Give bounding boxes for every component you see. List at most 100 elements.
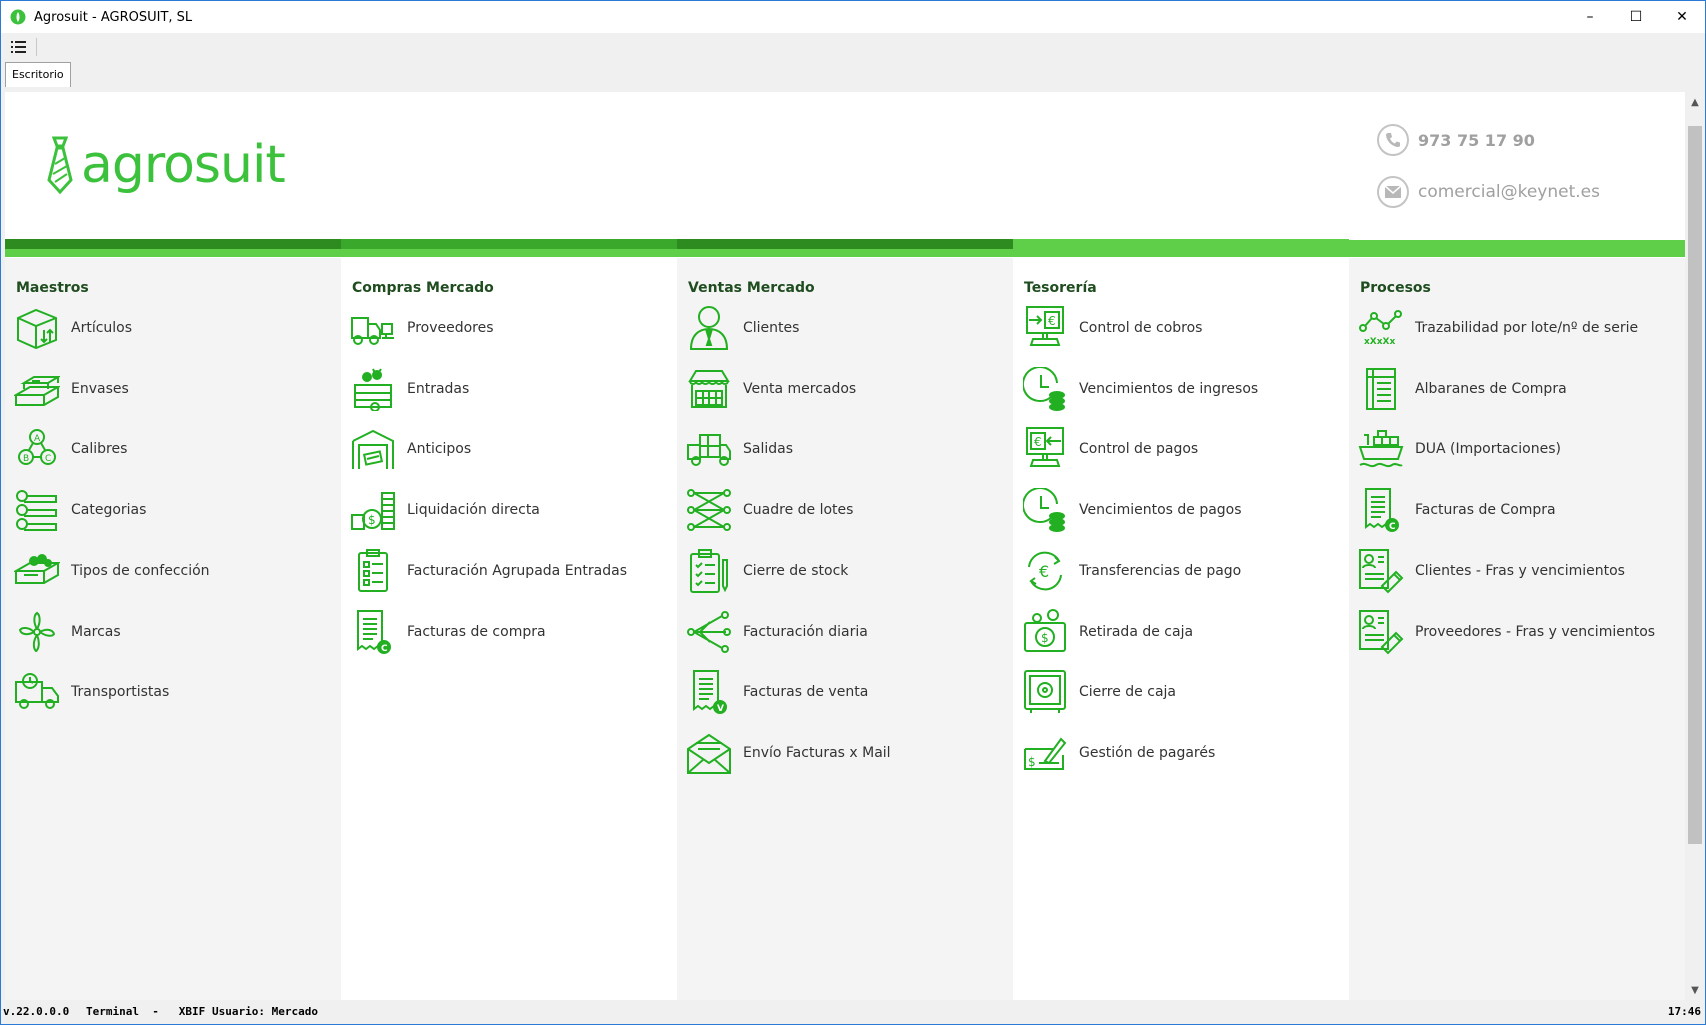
panel-title: Ventas Mercado	[688, 280, 815, 296]
menu-item-trazabilidad[interactable]: xXxXx Trazabilidad por lote/nº de serie	[1357, 303, 1638, 353]
mail-envelope-icon	[685, 729, 733, 777]
item-label: Control de cobros	[1079, 320, 1203, 336]
payments-monitor-icon: €	[1021, 425, 1069, 473]
panel-title: Tesorería	[1024, 280, 1097, 296]
cash-withdraw-icon: $	[1021, 608, 1069, 656]
item-label: Albaranes de Compra	[1415, 381, 1567, 397]
item-label: Cierre de caja	[1079, 684, 1176, 700]
menu-item-facturas-compra[interactable]: C Facturas de compra	[349, 607, 546, 657]
maximize-button[interactable]: ☐	[1613, 1, 1659, 33]
menu-item-proveedores[interactable]: Proveedores	[349, 303, 494, 353]
menu-item-clientes-fras[interactable]: Clientes - Fras y vencimientos	[1357, 546, 1625, 596]
item-label: Facturas de venta	[743, 684, 869, 700]
item-label: Clientes	[743, 320, 800, 336]
panel-tesoreria: Tesorería € Control de cobros Vencimient…	[1013, 258, 1349, 1000]
item-label: Anticipos	[407, 441, 472, 457]
divider-segment-tesoreria	[1013, 239, 1349, 249]
menu-item-calibres[interactable]: AB C Calibres	[13, 424, 127, 474]
menu-item-cierre-caja[interactable]: Cierre de caja	[1021, 667, 1176, 717]
tab-escritorio[interactable]: Escritorio	[5, 62, 71, 87]
panel-procesos: Procesos xXxXx Trazabilidad por lote/nº …	[1349, 258, 1685, 1000]
menu-item-vencimientos-pagos[interactable]: Vencimientos de pagos	[1021, 485, 1242, 535]
menu-item-gestion-pagares[interactable]: $ Gestión de pagarés	[1021, 728, 1215, 778]
menu-item-envases[interactable]: Envases	[13, 364, 129, 414]
item-label: Cierre de stock	[743, 563, 849, 579]
menu-item-albaranes-compra[interactable]: Albaranes de Compra	[1357, 364, 1567, 414]
menu-item-facturas-venta[interactable]: V Facturas de venta	[685, 667, 868, 717]
menu-item-salidas[interactable]: Salidas	[685, 424, 793, 474]
item-label: Gestión de pagarés	[1079, 745, 1216, 761]
svg-text:xXxXx: xXxXx	[1364, 337, 1395, 347]
phone-number[interactable]: 973 75 17 90	[1418, 131, 1535, 150]
menu-item-articulos[interactable]: Artículos	[13, 303, 132, 353]
menu-item-marcas[interactable]: Marcas	[13, 607, 121, 657]
menu-item-liquidacion-directa[interactable]: $ Liquidación directa	[349, 485, 540, 535]
tie-logo-icon	[47, 136, 73, 195]
item-label: Retirada de caja	[1079, 624, 1194, 640]
item-label: Facturación diaria	[743, 624, 868, 640]
item-label: Entradas	[407, 381, 470, 397]
panel-title: Maestros	[16, 280, 89, 296]
warehouse-money-icon	[349, 425, 397, 473]
menu-item-cuadre-lotes[interactable]: Cuadre de lotes	[685, 485, 853, 535]
menu-item-control-cobros[interactable]: € Control de cobros	[1021, 303, 1202, 353]
scroll-down-arrow-icon[interactable]: ▼	[1685, 980, 1705, 1000]
status-terminal: Terminal - XBIF	[86, 1005, 206, 1018]
agrosuit-logo: agrosuit	[45, 134, 286, 196]
item-label: Categorias	[71, 502, 147, 518]
module-panels: Maestros Artículos Envases ABC Calibres …	[5, 258, 1685, 1000]
menu-item-tipos-confeccion[interactable]: Tipos de confección	[13, 546, 210, 596]
menu-item-dua[interactable]: DUA (Importaciones)	[1357, 424, 1561, 474]
item-label: DUA (Importaciones)	[1415, 441, 1561, 457]
logo-text: agrosuit	[81, 135, 286, 195]
svg-text:$: $	[1028, 755, 1036, 769]
menu-item-venta-mercados[interactable]: Venta mercados	[685, 364, 856, 414]
svg-text:C: C	[45, 454, 51, 464]
menu-item-retirada-caja[interactable]: $ Retirada de caja	[1021, 607, 1193, 657]
app-logo-icon	[10, 9, 26, 25]
sales-invoice-icon: V	[685, 668, 733, 716]
box-icon	[13, 304, 61, 352]
menu-item-clientes[interactable]: Clientes	[685, 303, 799, 353]
svg-text:€: €	[1039, 562, 1049, 581]
menu-item-control-pagos[interactable]: € Control de pagos	[1021, 424, 1198, 474]
income-due-clock-icon	[1021, 365, 1069, 413]
desktop-content: agrosuit 973 75 17 90 comercial@keynet.e…	[5, 92, 1685, 1000]
cargo-ship-icon	[1357, 425, 1405, 473]
menu-item-facturas-de-compra[interactable]: C Facturas de Compra	[1357, 485, 1556, 535]
supplier-invoices-icon	[1357, 608, 1405, 656]
svg-text:B: B	[23, 454, 29, 464]
coins-stack-icon: $	[349, 486, 397, 534]
calibres-abc-icon: AB C	[13, 425, 61, 473]
contact-email: comercial@keynet.es	[1377, 176, 1600, 208]
menu-item-entradas[interactable]: Entradas	[349, 364, 469, 414]
panel-ventas-mercado: Ventas Mercado Clientes Venta mercados S…	[677, 258, 1013, 1000]
menu-item-proveedores-fras[interactable]: Proveedores - Fras y vencimientos	[1357, 607, 1655, 657]
menu-item-cierre-stock[interactable]: Cierre de stock	[685, 546, 848, 596]
menu-item-anticipos[interactable]: Anticipos	[349, 424, 471, 474]
scroll-up-arrow-icon[interactable]: ▲	[1685, 92, 1705, 112]
menu-item-categorias[interactable]: Categorias	[13, 485, 146, 535]
traceability-icon: xXxXx	[1357, 304, 1405, 352]
item-label: Transferencias de pago	[1079, 563, 1242, 579]
menu-item-envio-facturas[interactable]: Envío Facturas x Mail	[685, 728, 891, 778]
menu-item-facturacion-diaria[interactable]: Facturación diaria	[685, 607, 868, 657]
menu-item-transferencias-pago[interactable]: € Transferencias de pago	[1021, 546, 1241, 596]
email-address[interactable]: comercial@keynet.es	[1418, 182, 1600, 202]
divider-segment-compras	[341, 239, 677, 249]
panel-title: Procesos	[1360, 280, 1431, 296]
minimize-button[interactable]: –	[1567, 1, 1613, 33]
euro-transfer-icon: €	[1021, 547, 1069, 595]
status-time: 17:46	[1667, 1005, 1701, 1018]
scroll-thumb[interactable]	[1688, 126, 1702, 844]
menu-item-transportistas[interactable]: Transportistas	[13, 667, 169, 717]
purchase-invoice-icon: C	[349, 608, 397, 656]
menu-item-vencimientos-ingresos[interactable]: Vencimientos de ingresos	[1021, 364, 1258, 414]
supplier-truck-icon	[349, 304, 397, 352]
delivery-truck-icon	[685, 425, 733, 473]
vertical-scrollbar[interactable]: ▲ ▼	[1685, 92, 1705, 1000]
menu-item-facturacion-agrupada[interactable]: Facturación Agrupada Entradas	[349, 546, 627, 596]
divider-segment-maestros	[5, 239, 341, 249]
close-button[interactable]: ✕	[1659, 1, 1705, 33]
list-menu-icon[interactable]	[9, 38, 29, 56]
